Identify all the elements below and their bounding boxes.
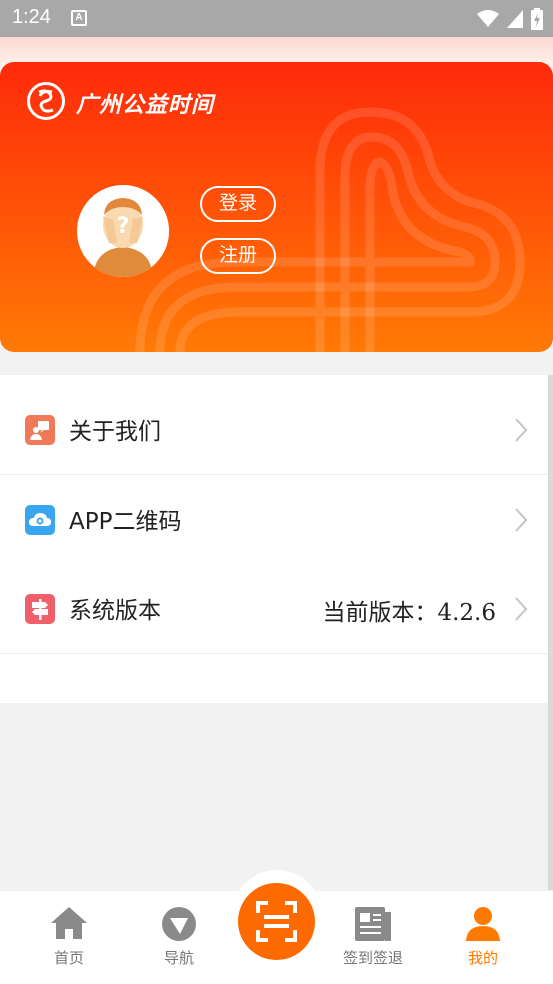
battery-icon <box>531 8 543 30</box>
menu-item-label: 关于我们 <box>69 419 161 445</box>
nav-item-checkin[interactable]: 签到签退 <box>328 891 418 984</box>
nav-label: 首页 <box>53 949 84 967</box>
chevron-right-icon <box>515 418 528 442</box>
app-logo-icon <box>27 82 65 120</box>
settings-menu: 关于我们 APP二维码 系统版本 当前版本：4.2.6 <box>0 375 548 703</box>
status-time: 1:24 <box>12 6 51 28</box>
profile-page: 1:24 A 广州公益时间 ? 登录 注册 关于我们 APP二维码 系统版本 当… <box>0 0 553 984</box>
wifi-icon <box>477 10 499 27</box>
nav-label: 签到签退 <box>342 949 403 967</box>
chevron-right-icon <box>515 508 528 532</box>
nav-label: 我的 <box>467 949 498 967</box>
scroll-edge <box>548 375 553 890</box>
profile-icon <box>466 907 500 941</box>
signpost-icon <box>25 594 55 624</box>
status-bar: 1:24 A <box>0 0 553 37</box>
version-value: 当前版本：4.2.6 <box>322 600 496 626</box>
about-icon <box>25 415 55 445</box>
register-button[interactable]: 注册 <box>200 238 276 274</box>
home-icon <box>51 907 87 939</box>
menu-item-app-qrcode[interactable]: APP二维码 <box>0 475 548 565</box>
signal-icon <box>507 10 523 28</box>
menu-item-label: APP二维码 <box>69 509 182 535</box>
scan-button[interactable] <box>238 883 315 960</box>
checkin-icon <box>355 907 391 941</box>
navigation-icon <box>162 907 196 941</box>
nav-item-navigation[interactable]: 导航 <box>134 891 224 984</box>
nav-item-home[interactable]: 首页 <box>24 891 114 984</box>
chevron-right-icon <box>515 597 528 621</box>
scan-icon <box>256 901 297 942</box>
avatar[interactable]: ? <box>77 185 169 277</box>
nav-item-profile[interactable]: 我的 <box>438 891 528 984</box>
status-icons <box>477 8 543 30</box>
cloud-qr-icon <box>25 505 55 535</box>
nav-label: 导航 <box>163 949 194 967</box>
notification-icon: A <box>71 10 87 26</box>
svg-text:?: ? <box>117 214 130 239</box>
menu-item-label: 系统版本 <box>69 598 161 624</box>
profile-header: 广州公益时间 ? 登录 注册 <box>0 62 553 352</box>
login-button[interactable]: 登录 <box>200 186 276 222</box>
menu-item-about[interactable]: 关于我们 <box>0 385 548 475</box>
menu-item-system-version[interactable]: 系统版本 当前版本：4.2.6 <box>0 564 548 654</box>
app-title: 广州公益时间 <box>76 92 215 118</box>
